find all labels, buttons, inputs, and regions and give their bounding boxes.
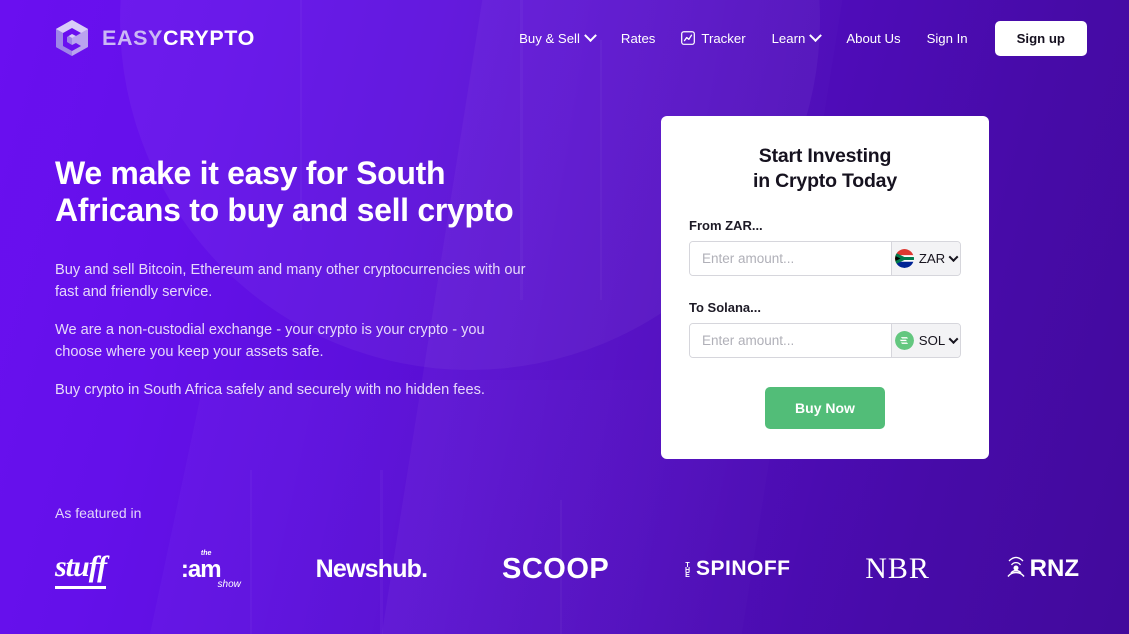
nav-item-sign-in[interactable]: Sign In xyxy=(914,23,981,54)
am-show-show: show xyxy=(217,579,241,590)
to-field-label: To Solana... xyxy=(689,300,761,315)
chevron-down-icon xyxy=(948,252,959,263)
from-currency-selector[interactable]: ZAR xyxy=(891,242,960,275)
from-field-label: From ZAR... xyxy=(689,218,763,233)
sign-up-button[interactable]: Sign up xyxy=(994,20,1087,56)
main-navigation: Buy & Sell Rates Tracker Learn About Us … xyxy=(506,20,1087,56)
featured-logos-row: stuff the :am show Newshub. SCOOP THE SP… xyxy=(55,539,1089,599)
south-africa-flag-icon xyxy=(894,249,914,268)
spinoff-name: SPINOFF xyxy=(696,557,791,580)
chart-line-icon xyxy=(681,31,696,45)
rnz-text: RNZ xyxy=(1029,555,1079,582)
solana-coin-icon xyxy=(894,331,914,350)
logo-text: EASYCRYPTO xyxy=(102,26,255,51)
logo-text-crypto: CRYPTO xyxy=(162,25,255,50)
logo-newshub: Newshub. xyxy=(315,554,428,583)
nav-item-tracker[interactable]: Tracker xyxy=(668,23,758,54)
logo-the-spinoff: THE SPINOFF xyxy=(684,557,791,581)
logo-nbr: NBR xyxy=(865,552,930,585)
hero-section: We make it easy for South Africans to bu… xyxy=(55,155,575,417)
nav-item-buy-and-sell[interactable]: Buy & Sell xyxy=(506,23,608,54)
logo-rnz: RNZ xyxy=(1005,554,1079,585)
featured-in-label: As featured in xyxy=(55,505,142,521)
hexagon-cube-logo-icon xyxy=(54,19,90,57)
card-title-line1: Start Investing xyxy=(758,145,892,167)
start-investing-card: Start Investing in Crypto Today From ZAR… xyxy=(661,116,989,459)
from-amount-input[interactable] xyxy=(690,242,891,275)
from-field-row: ZAR xyxy=(689,241,961,276)
nav-item-rates[interactable]: Rates xyxy=(608,23,668,54)
to-currency-code: SOL xyxy=(918,333,946,348)
logo-the-am-show: the :am show xyxy=(180,550,241,590)
site-header: EASYCRYPTO Buy & Sell Rates Tracker Lear… xyxy=(0,0,1129,76)
hero-paragraph-1: Buy and sell Bitcoin, Ethereum and many … xyxy=(55,262,526,300)
logo[interactable]: EASYCRYPTO xyxy=(54,19,255,57)
nav-label: Sign In xyxy=(926,30,968,46)
decorative-stripe xyxy=(600,40,602,300)
nav-item-learn[interactable]: Learn xyxy=(759,23,834,54)
nav-label: Learn xyxy=(771,30,806,46)
card-title: Start Investing in Crypto Today xyxy=(689,144,961,194)
chevron-down-icon xyxy=(809,28,823,42)
spinoff-the: THE xyxy=(684,561,691,577)
to-amount-input[interactable] xyxy=(690,324,891,357)
buy-now-wrapper: Buy Now xyxy=(689,387,961,429)
to-field-row: SOL xyxy=(689,323,961,358)
to-currency-selector[interactable]: SOL xyxy=(891,324,960,357)
nav-label: Buy & Sell xyxy=(519,30,580,46)
nav-item-about-us[interactable]: About Us xyxy=(833,23,913,54)
nav-label: Rates xyxy=(620,30,656,46)
page-title: We make it easy for South Africans to bu… xyxy=(55,155,514,228)
radio-spiral-icon xyxy=(1005,554,1027,585)
scoop-text: SCOOP xyxy=(502,552,610,585)
nav-label: Tracker xyxy=(701,30,746,46)
featured-in-section: As featured in stuff the :am show Newshu… xyxy=(55,505,1089,599)
card-title-line2: in Crypto Today xyxy=(753,170,897,192)
hero-paragraph-3: Buy crypto in South Africa safely and se… xyxy=(55,382,485,398)
hero-paragraph-2: We are a non-custodial exchange - your c… xyxy=(55,322,485,360)
am-show-main: :am xyxy=(180,556,222,583)
logo-text-easy: EASY xyxy=(102,25,163,50)
logo-scoop: SCOOP xyxy=(502,553,609,586)
logo-stuff: stuff xyxy=(55,550,107,589)
chevron-down-icon xyxy=(948,334,959,345)
nav-label: About Us xyxy=(846,30,901,46)
from-currency-code: ZAR xyxy=(918,251,946,266)
chevron-down-icon xyxy=(584,28,597,42)
buy-now-button[interactable]: Buy Now xyxy=(765,387,885,429)
